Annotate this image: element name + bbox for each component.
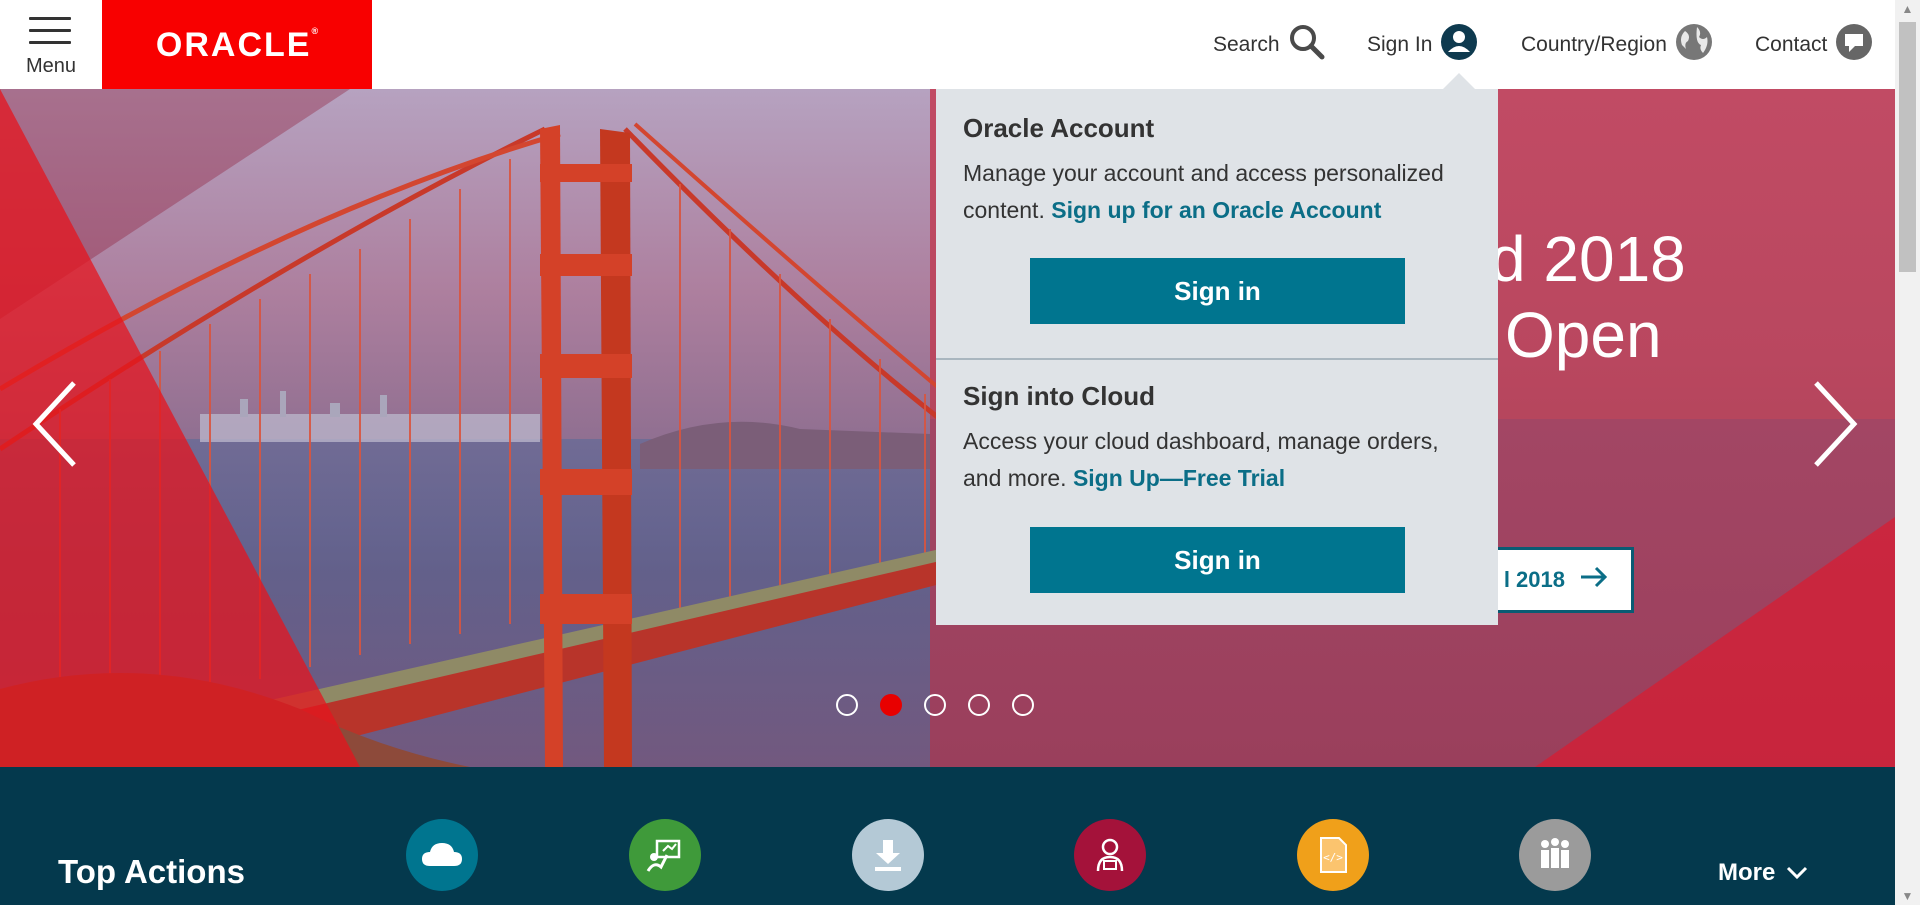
action-cloud[interactable]	[406, 819, 478, 891]
svg-text:</>: </>	[1323, 851, 1343, 864]
download-icon	[875, 840, 901, 871]
dropdown-caret	[1443, 73, 1475, 89]
nav-search[interactable]: Search	[1213, 0, 1326, 89]
carousel-indicators	[836, 694, 1056, 716]
hamburger-icon	[29, 17, 71, 53]
carousel-dot[interactable]	[836, 694, 858, 716]
support-person-icon	[1096, 838, 1124, 872]
page-scrollbar[interactable]: ▲ ▼	[1895, 0, 1920, 905]
carousel-prev-button[interactable]	[30, 379, 80, 469]
carousel-dot[interactable]	[968, 694, 990, 716]
nav-contact-label: Contact	[1755, 32, 1828, 56]
user-icon	[1440, 23, 1478, 67]
top-actions-bar: Top Actions </> More	[0, 767, 1895, 905]
cloud-sign-in-title: Sign into Cloud	[963, 381, 1156, 411]
more-actions-button[interactable]: More	[1718, 859, 1809, 887]
action-community[interactable]	[1519, 819, 1591, 891]
globe-icon	[1675, 23, 1713, 67]
logo-text: ORACLE	[155, 26, 312, 64]
code-document-icon: </>	[1320, 837, 1347, 873]
arrow-right-icon	[1579, 564, 1609, 596]
nav-sign-in-label: Sign In	[1367, 32, 1433, 56]
chevron-down-icon	[1787, 866, 1808, 880]
carousel-dot[interactable]	[1012, 694, 1034, 716]
dropdown-divider	[936, 358, 1498, 360]
oracle-logo[interactable]: ORACLE®	[102, 0, 372, 89]
site-header: Menu ORACLE® Search Sign In Country/Regi…	[0, 0, 1895, 89]
scrollbar-thumb[interactable]	[1899, 22, 1916, 272]
sign-up-oracle-account-link[interactable]: Sign up for an Oracle Account	[1051, 197, 1381, 223]
menu-label: Menu	[25, 55, 77, 77]
more-label: More	[1718, 859, 1776, 886]
sign-in-dropdown: Oracle Account Manage your account and a…	[936, 89, 1498, 625]
action-support[interactable]	[1074, 819, 1146, 891]
carousel-dot-active[interactable]	[880, 694, 902, 716]
free-trial-link[interactable]: Sign Up—Free Trial	[1073, 465, 1285, 491]
logo-registered-mark: ®	[311, 26, 319, 36]
training-icon	[646, 839, 681, 872]
cloud-sign-in-text: Access your cloud dashboard, manage orde…	[963, 423, 1483, 497]
nav-country-region[interactable]: Country/Region	[1521, 0, 1713, 89]
top-actions-title: Top Actions	[58, 853, 245, 890]
carousel-next-button[interactable]	[1810, 379, 1860, 469]
carousel-dot[interactable]	[924, 694, 946, 716]
chevron-left-icon	[32, 381, 76, 467]
chevron-right-icon	[1814, 381, 1858, 467]
menu-button[interactable]: Menu	[0, 0, 102, 89]
oracle-account-title: Oracle Account	[963, 113, 1155, 143]
nav-country-label: Country/Region	[1521, 32, 1667, 56]
hero-cta-label: l 2018	[1503, 567, 1565, 592]
action-training[interactable]	[629, 819, 701, 891]
cloud-icon	[422, 843, 462, 866]
nav-contact[interactable]: Contact	[1755, 0, 1873, 89]
oracle-account-text: Manage your account and access personali…	[963, 155, 1483, 229]
action-download[interactable]	[852, 819, 924, 891]
search-icon	[1288, 23, 1326, 67]
cloud-sign-in-button[interactable]: Sign in	[1030, 527, 1405, 593]
nav-search-label: Search	[1213, 32, 1280, 56]
people-icon	[1541, 838, 1569, 868]
scroll-down-icon[interactable]: ▼	[1895, 889, 1920, 903]
action-developer[interactable]: </>	[1297, 819, 1369, 891]
scroll-up-icon[interactable]: ▲	[1895, 2, 1920, 16]
chat-bubble-icon	[1835, 23, 1873, 67]
oracle-account-sign-in-button[interactable]: Sign in	[1030, 258, 1405, 324]
